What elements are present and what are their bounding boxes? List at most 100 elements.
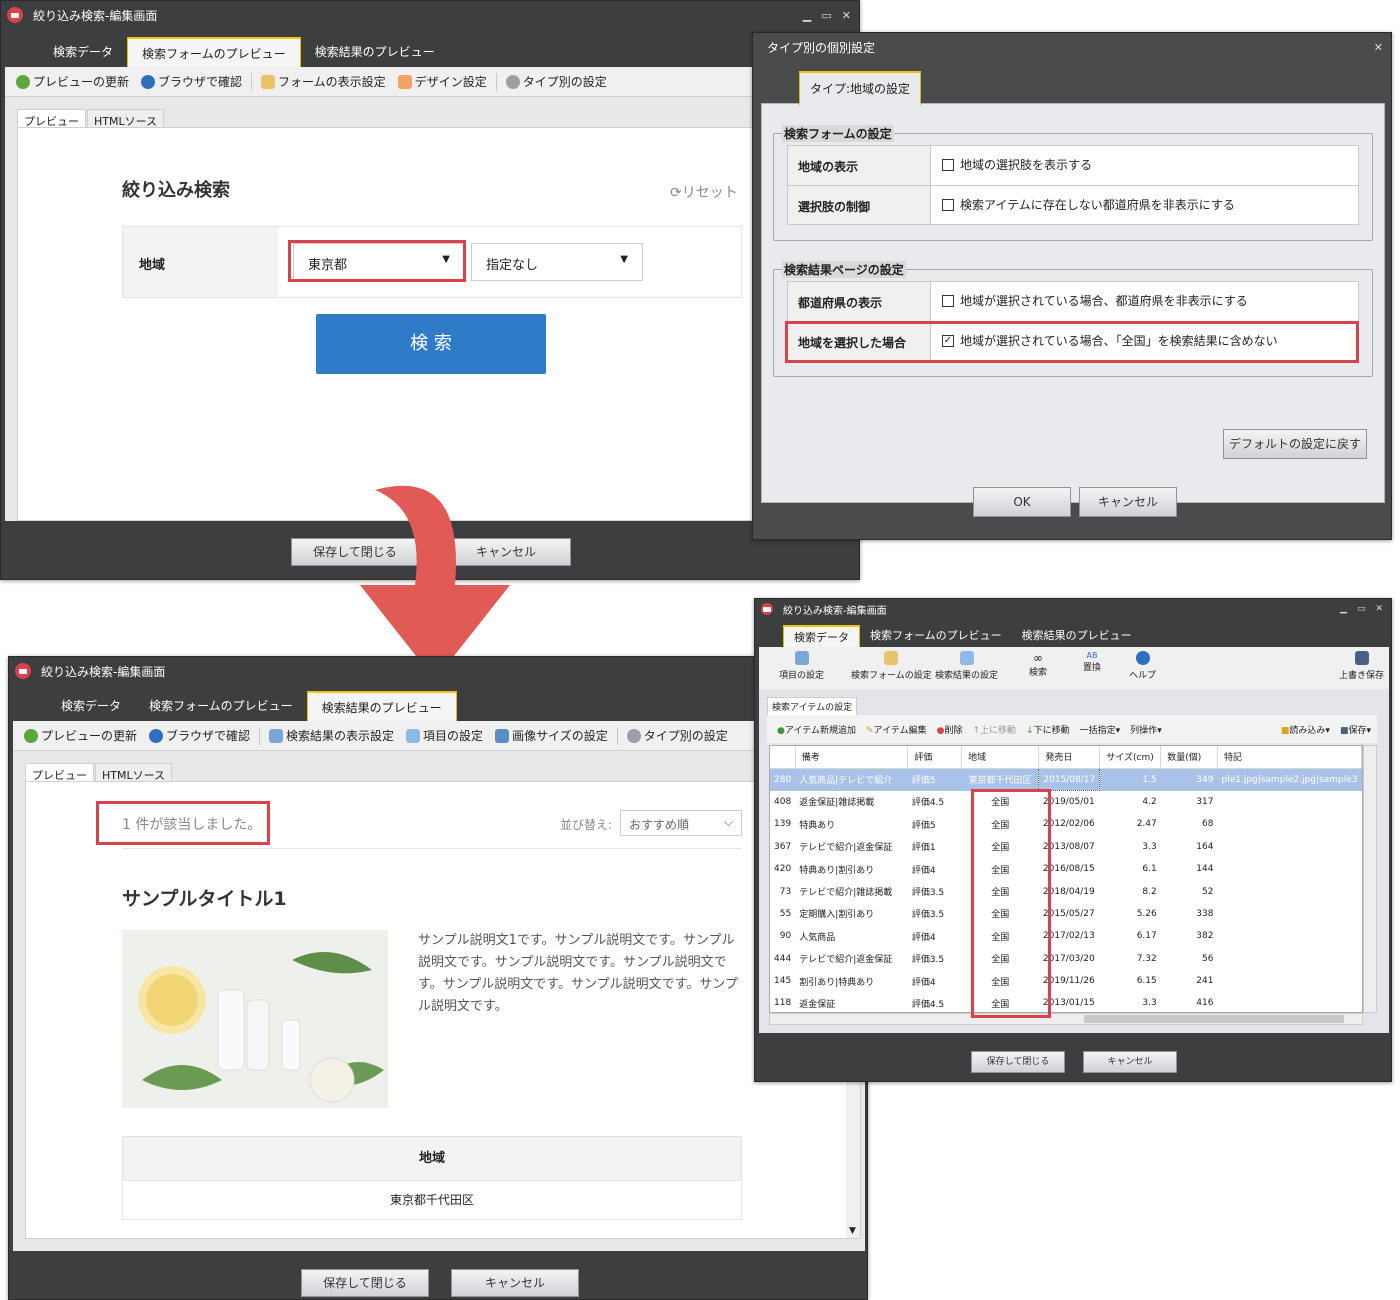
type-settings-button[interactable]: タイプ別の設定 [622,725,733,747]
table-cell[interactable]: 444 [770,948,795,970]
tab-form-preview[interactable]: 検索フォームのプレビュー [127,37,301,67]
form-settings-button[interactable]: 検索フォームの設定 [851,651,932,681]
load-button[interactable]: ■読み込み▾ [1281,723,1330,736]
table-cell[interactable]: 評価3.5 [908,880,962,902]
table-cell[interactable]: 6.15 [1100,970,1161,992]
table-cell[interactable]: 人気商品|テレビで紹介 [795,768,908,790]
table-cell[interactable]: 特典あり [795,813,908,835]
table-cell[interactable]: 割引あり|特典あり [795,970,908,992]
ok-button[interactable]: OK [973,487,1071,517]
table-cell[interactable]: 56 [1161,948,1218,970]
tab-result-preview[interactable]: 検索結果のプレビュー [301,37,449,67]
checkbox-hide-prefecture[interactable]: 地域が選択されている場合、都道府県を非表示にする [942,292,1248,309]
table-cell[interactable]: 評価4 [908,925,962,947]
table-cell[interactable]: 382 [1161,925,1218,947]
image-size-settings-button[interactable]: 画像サイズの設定 [490,725,613,747]
table-cell[interactable]: 人気商品 [795,925,908,947]
result-display-settings-button[interactable]: 検索結果の表示設定 [264,725,399,747]
restore-defaults-button[interactable]: デフォルトの設定に戻す [1223,429,1367,459]
table-cell[interactable]: 3.3 [1100,992,1161,1012]
column-header[interactable]: 地域 [961,746,1040,769]
item-settings-button[interactable]: 項目の設定 [779,651,824,681]
table-cell[interactable] [1217,948,1361,970]
table-cell[interactable] [1217,813,1361,835]
table-cell[interactable]: 6.1 [1100,858,1161,880]
column-header[interactable]: 数量(個) [1160,746,1218,769]
tab-search-data[interactable]: 検索データ [39,37,127,67]
table-cell[interactable]: 3.3 [1100,836,1161,858]
table-row[interactable]: 444 テレビで紹介|返金保証 評価3.5 全国 2017/03/20 7.32 56 [770,948,1362,970]
table-cell[interactable]: 6.17 [1100,925,1161,947]
chevron-down-icon[interactable]: ▼ [849,1226,856,1236]
search-button[interactable]: 検 索 [316,314,546,374]
table-cell[interactable]: 408 [770,791,795,813]
sort-select[interactable]: おすすめ順 ⌵ [620,810,742,836]
table-cell[interactable]: 90 [770,925,795,947]
table-cell[interactable]: 評価3.5 [908,948,962,970]
table-cell[interactable]: 144 [1161,858,1218,880]
table-cell[interactable]: 2.47 [1100,813,1161,835]
table-cell[interactable]: 2015/08/17 [1038,767,1101,792]
table-cell[interactable]: 返金保証|雑誌掲載 [795,791,908,813]
cancel-button[interactable]: キャンセル [1079,487,1177,517]
table-row[interactable]: 55 定期購入|割引あり 評価3.5 全国 2015/05/27 5.26 338 [770,903,1362,925]
cancel-button[interactable]: キャンセル [1083,1051,1177,1073]
table-row[interactable]: 90 人気商品 評価4 全国 2017/02/13 6.17 382 [770,925,1362,947]
table-cell[interactable] [1217,791,1361,813]
bulk-set-button[interactable]: 一括指定▾ [1080,723,1121,736]
table-cell[interactable]: ple1.jpg|sample2.jpg|sample3 [1217,768,1361,790]
tab-search-data[interactable]: 検索データ [47,691,135,721]
close-icon[interactable]: ✕ [1375,604,1383,614]
table-row[interactable]: 145 割引あり|特典あり 評価4 全国 2019/11/26 6.15 241 [770,970,1362,992]
table-cell[interactable]: テレビで紹介|雑誌掲載 [795,880,908,902]
table-cell[interactable]: 1.5 [1100,768,1161,790]
table-cell[interactable]: 118 [770,992,795,1012]
table-cell[interactable]: 55 [770,903,795,925]
item-settings-button[interactable]: 項目の設定 [401,725,488,747]
table-cell[interactable] [1217,836,1361,858]
table-cell[interactable] [1217,925,1361,947]
minimize-icon[interactable]: ▁ [803,9,811,22]
browser-check-button[interactable]: ブラウザで確認 [144,725,255,747]
table-cell[interactable]: 評価4.5 [908,791,962,813]
save-close-button[interactable]: 保存して閉じる [971,1051,1065,1073]
table-cell[interactable]: 評価4.5 [908,992,962,1012]
table-row[interactable]: 367 テレビで紹介|返金保証 評価1 全国 2013/08/07 3.3 164 [770,836,1362,858]
table-cell[interactable]: 52 [1161,880,1218,902]
column-header[interactable]: 特記 [1217,746,1362,769]
table-cell[interactable]: 164 [1161,836,1218,858]
table-row[interactable]: 73 テレビで紹介|雑誌掲載 評価3.5 全国 2018/04/19 8.2 52 [770,880,1362,902]
column-header[interactable]: 発売日 [1038,746,1101,769]
tab-result-preview[interactable]: 検索結果のプレビュー [1012,625,1142,647]
search-button[interactable]: ∞ 検索 [1029,651,1047,678]
refresh-preview-button[interactable]: プレビューの更新 [11,71,134,93]
maximize-icon[interactable]: ▭ [821,9,831,22]
table-cell[interactable]: 東京都千代田区 [962,768,1039,790]
close-icon[interactable]: ✕ [842,9,851,22]
table-cell[interactable] [1217,903,1361,925]
type-settings-button[interactable]: タイプ別の設定 [501,71,612,93]
table-cell[interactable]: 評価3.5 [908,903,962,925]
cancel-button[interactable]: キャンセル [451,1269,579,1297]
edit-item-button[interactable]: ✎アイテム編集 [866,723,927,736]
table-row[interactable]: 420 特典あり|割引あり 評価4 全国 2016/08/15 6.1 144 [770,858,1362,880]
scrollbar-horizontal[interactable] [769,1013,1363,1025]
replace-button[interactable]: AB 置換 [1083,651,1101,673]
table-cell[interactable]: テレビで紹介|返金保証 [795,836,908,858]
table-cell[interactable]: 349 [1161,768,1218,790]
table-cell[interactable]: 4.2 [1100,791,1161,813]
table-row[interactable]: 408 返金保証|雑誌掲載 評価4.5 全国 2019/05/01 4.2 317 [770,791,1362,813]
design-settings-button[interactable]: デザイン設定 [393,71,492,93]
table-cell[interactable]: 返金保証 [795,992,908,1012]
save-button[interactable]: ■保存▾ [1340,723,1371,736]
table-cell[interactable]: 68 [1161,813,1218,835]
help-button[interactable]: ヘルプ [1129,651,1156,681]
table-cell[interactable]: 5.26 [1100,903,1161,925]
column-header[interactable]: サイズ(cm) [1099,746,1162,769]
add-item-button[interactable]: ●アイテム新規追加 [777,723,856,736]
table-cell[interactable]: 評価5 [908,813,962,835]
table-cell[interactable]: 評価4 [908,858,962,880]
table-cell[interactable]: 評価4 [908,970,962,992]
table-cell[interactable]: 7.32 [1100,948,1161,970]
table-cell[interactable]: テレビで紹介|返金保証 [795,948,908,970]
